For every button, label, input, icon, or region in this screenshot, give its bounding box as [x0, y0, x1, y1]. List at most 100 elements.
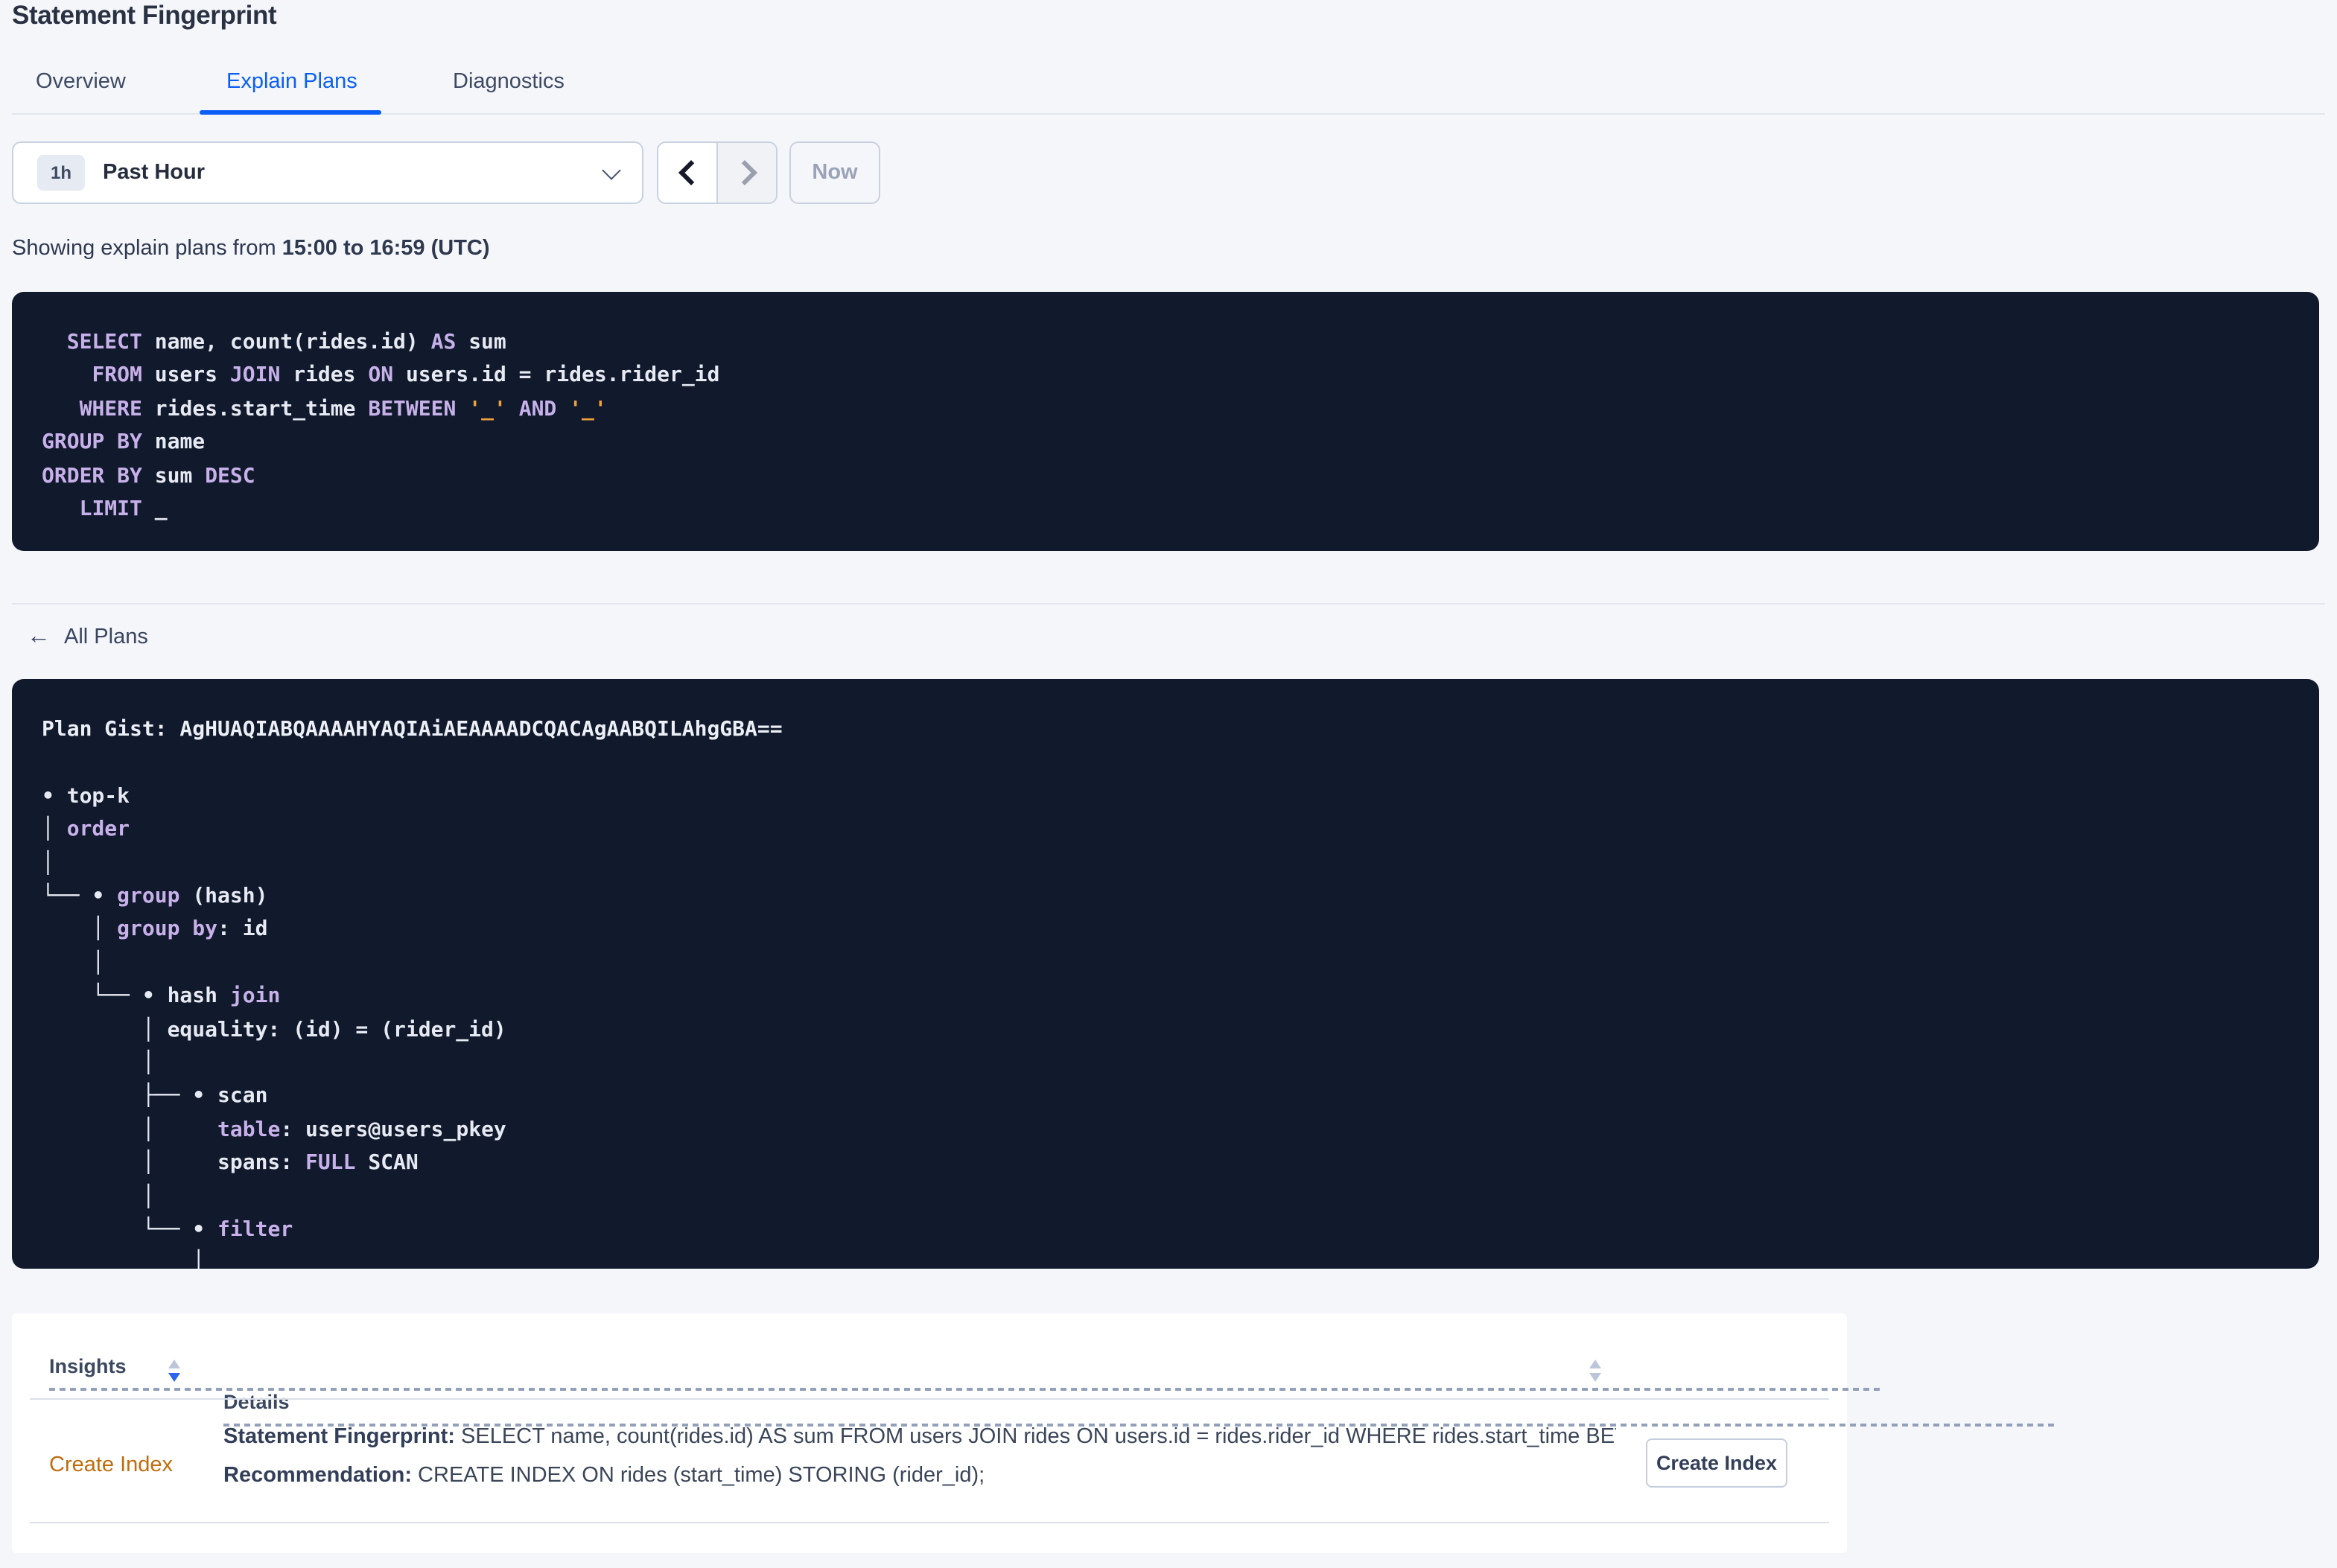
code-line: WHERE rides.start_time BETWEEN '_' AND '… — [42, 393, 2289, 427]
sort-icon-details[interactable] — [1589, 1360, 1601, 1382]
code-segment: LIMIT — [79, 497, 142, 522]
all-plans-back-link[interactable]: ← All Plans — [27, 625, 148, 649]
time-range-select[interactable]: 1h Past Hour — [12, 141, 643, 204]
code-line: GROUP BY name — [42, 426, 2289, 459]
code-line: │ equality: (id) = (rider_id) — [42, 1013, 2289, 1047]
tab-explain-plans[interactable]: Explain Plans — [226, 70, 357, 94]
code-line: Plan Gist: AgHUAQIABQAAAAHYAQIAiAEAAAADC… — [42, 713, 2289, 747]
time-pager — [657, 141, 778, 204]
code-segment: ORDER BY — [42, 464, 142, 488]
code-segment: '_' — [569, 397, 607, 421]
showing-range-value: 15:00 to 16:59 (UTC) — [282, 237, 490, 261]
now-button[interactable]: Now — [789, 141, 880, 204]
showing-range-prefix: Showing explain plans from — [12, 237, 282, 261]
code-segment: sum — [456, 331, 506, 354]
code-segment: sum — [142, 464, 206, 488]
code-segment: │ equality: (id) = (rider_id) — [42, 1018, 506, 1042]
code-line: │ — [42, 947, 2289, 981]
code-segment: • top-k — [42, 784, 130, 809]
code-line: SELECT name, count(rides.id) AS sum — [42, 326, 2289, 360]
code-segment: │ — [42, 818, 67, 842]
chevron-left-icon — [678, 160, 703, 185]
code-segment: AND — [518, 397, 557, 421]
code-segment: │ — [42, 1251, 206, 1269]
code-line: LIMIT _ — [42, 493, 2289, 526]
code-segment: table — [217, 1118, 281, 1142]
prev-time-button[interactable] — [658, 143, 718, 203]
code-segment: │ — [42, 1185, 155, 1209]
code-segment: AS — [430, 331, 457, 354]
code-segment: │ — [42, 1118, 218, 1142]
page: Statement Fingerprint Overview Explain P… — [0, 0, 2337, 1568]
time-range-label: Past Hour — [103, 161, 206, 185]
page-title: Statement Fingerprint — [12, 0, 277, 30]
code-segment: FULL — [305, 1151, 356, 1176]
code-line: │ — [42, 1180, 2289, 1214]
chevron-right-icon — [731, 160, 757, 185]
table-row-divider — [30, 1522, 1829, 1523]
statement-fingerprint-line: Statement Fingerprint: SELECT name, coun… — [223, 1419, 1616, 1457]
code-segment: └── • — [42, 885, 118, 909]
statement-fingerprint-value: SELECT name, count(rides.id) AS sum FROM… — [454, 1425, 1616, 1449]
code-segment: └── • hash — [42, 984, 230, 1009]
column-header-insights[interactable]: Insights — [49, 1355, 1884, 1391]
sort-icon-insights[interactable] — [168, 1360, 180, 1382]
code-line: │ order — [42, 813, 2289, 847]
all-plans-label: All Plans — [64, 625, 148, 649]
code-segment: GROUP BY — [42, 430, 142, 455]
insights-card: Insights Details Create Index Statement … — [12, 1313, 2058, 1553]
code-line: └── • filter — [42, 1214, 2289, 1247]
plan-gist-block: Plan Gist: AgHUAQIABQAAAAHYAQIAiAEAAAADC… — [12, 679, 2319, 1269]
sort-asc-icon — [168, 1360, 180, 1368]
code-segment: ON — [368, 363, 394, 388]
sort-desc-icon — [168, 1373, 180, 1382]
code-line: FROM users JOIN rides ON users.id = ride… — [42, 360, 2289, 393]
code-line: │ — [42, 1047, 2289, 1080]
code-segment: │ spans: — [42, 1151, 306, 1176]
code-segment: │ — [42, 851, 54, 876]
code-segment: order — [66, 818, 130, 842]
code-segment: group by — [117, 917, 218, 942]
sort-desc-icon — [1589, 1373, 1601, 1382]
code-line: │ — [42, 1247, 2289, 1269]
code-line: │ table: users@users_pkey — [42, 1114, 2289, 1147]
code-segment: name, count(rides.id) — [142, 331, 431, 354]
code-segment: └── • — [42, 1218, 218, 1243]
tab-diagnostics[interactable]: Diagnostics — [453, 70, 565, 94]
recommendation-value: CREATE INDEX ON rides (start_time) STORI… — [412, 1463, 985, 1487]
recommendation-label: Recommendation: — [223, 1463, 412, 1487]
code-segment: │ — [42, 917, 118, 942]
recommendation-line: Recommendation: CREATE INDEX ON rides (s… — [223, 1457, 1616, 1495]
sort-asc-icon — [1589, 1360, 1601, 1368]
code-line: • top-k — [42, 780, 2289, 814]
code-segment: filter — [217, 1218, 293, 1243]
code-line: ├── • scan — [42, 1080, 2289, 1114]
section-divider — [12, 603, 2325, 605]
next-time-button[interactable] — [718, 143, 776, 203]
insight-details-cell: Statement Fingerprint: SELECT name, coun… — [223, 1419, 1616, 1495]
code-segment: DESC — [205, 464, 255, 488]
insight-type-link[interactable]: Create Index — [49, 1453, 173, 1477]
time-range-badge: 1h — [37, 155, 86, 191]
chevron-down-icon — [602, 160, 621, 179]
code-segment: ├── • scan — [42, 1084, 268, 1109]
code-segment: FROM — [92, 363, 142, 388]
create-index-button[interactable]: Create Index — [1646, 1438, 1787, 1488]
code-segment: users — [142, 363, 230, 388]
statement-fingerprint-label: Statement Fingerprint: — [223, 1425, 455, 1449]
code-segment: : id — [217, 917, 268, 942]
table-header-divider — [30, 1398, 1829, 1400]
sql-statement-block: SELECT name, count(rides.id) AS sum FROM… — [12, 292, 2319, 551]
code-line: │ group by: id — [42, 914, 2289, 947]
code-segment: SCAN — [355, 1151, 419, 1176]
tab-overview[interactable]: Overview — [36, 70, 126, 94]
code-segment: _ — [142, 497, 168, 522]
